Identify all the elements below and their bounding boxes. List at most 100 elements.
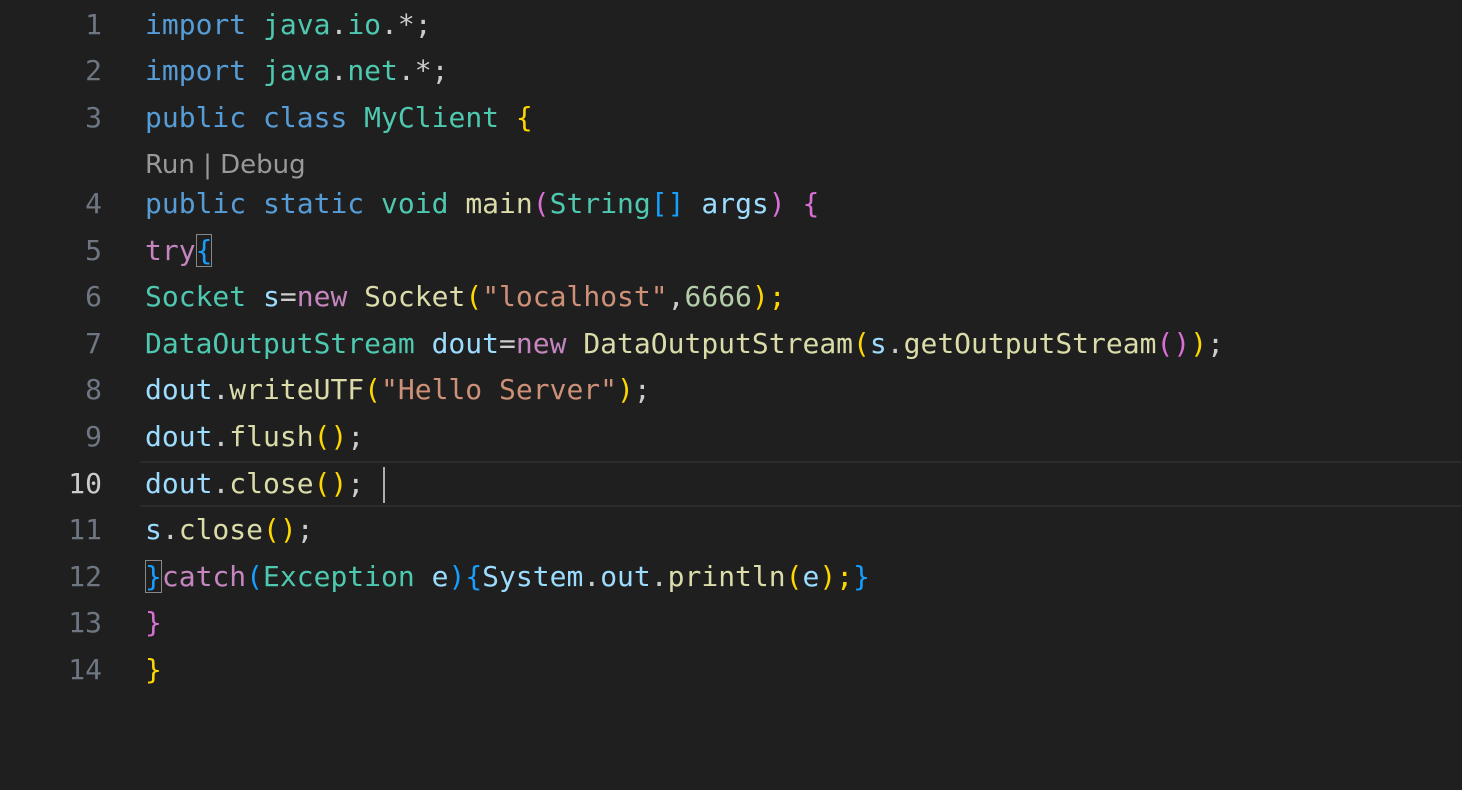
token-punct: .: [212, 467, 230, 500]
token-keyword: public: [145, 101, 247, 134]
token-punct: .: [212, 373, 230, 406]
token-bracket: ): [617, 373, 634, 406]
token-package: net: [347, 54, 398, 87]
line-number: 3: [85, 101, 102, 134]
code-line-4[interactable]: 4 public static void main(String[] args)…: [0, 181, 1462, 227]
code-text[interactable]: DataOutputStream dout=new DataOutputStre…: [145, 321, 1224, 367]
line-number: 13: [68, 606, 102, 639]
line-number: 5: [85, 234, 102, 267]
code-line-8[interactable]: 8 dout.writeUTF("Hello Server");: [0, 367, 1462, 413]
code-line-6[interactable]: 6 Socket s=new Socket("localhost",6666);: [0, 274, 1462, 320]
token-type: void: [381, 187, 449, 220]
code-text[interactable]: }: [145, 600, 162, 646]
token-punct: .: [650, 560, 668, 593]
code-line-14[interactable]: 14 }: [0, 647, 1462, 693]
token-keyword: class: [263, 101, 348, 134]
token-keyword: import: [145, 54, 247, 87]
token-variable: s: [263, 280, 280, 313]
code-text[interactable]: try{: [145, 228, 213, 274]
code-line-11[interactable]: 11 s.close();: [0, 507, 1462, 553]
code-line-9[interactable]: 9 dout.flush();: [0, 414, 1462, 460]
code-line-7[interactable]: 7 DataOutputStream dout=new DataOutputSt…: [0, 321, 1462, 367]
token-variable: e: [431, 560, 449, 593]
run-codelens-link[interactable]: Run: [145, 150, 195, 180]
code-line-2[interactable]: 2 import java.net.*;: [0, 48, 1462, 94]
token-punct: .: [212, 420, 230, 453]
token-bracket: (): [313, 467, 348, 500]
token-function: close: [178, 513, 264, 546]
code-text[interactable]: public static void main(String[] args) {: [145, 181, 819, 227]
code-text[interactable]: Socket s=new Socket("localhost",6666);: [145, 274, 786, 320]
token-keyword: import: [145, 8, 247, 41]
code-editor[interactable]: 1 import java.io.*; 2 import java.net.*;…: [0, 0, 1462, 790]
token-function: close: [229, 467, 314, 500]
line-number: 9: [85, 420, 102, 453]
token-operator: =: [499, 327, 516, 360]
token-number: 6666: [684, 280, 752, 313]
token-string: "localhost": [482, 280, 668, 313]
token-bracket: }: [145, 606, 162, 639]
code-text[interactable]: }catch(Exception e){System.out.println(e…: [145, 554, 870, 600]
token-punct: .*;: [381, 8, 432, 41]
token-punct: ;: [347, 420, 365, 453]
token-control-keyword: try: [145, 234, 196, 267]
code-line-1[interactable]: 1 import java.io.*;: [0, 2, 1462, 48]
token-bracket: (: [853, 327, 870, 360]
line-number: 12: [68, 560, 102, 593]
token-bracket: }: [145, 653, 162, 686]
token-bracket: ): [448, 560, 466, 593]
token-string: "Hello Server": [381, 373, 618, 406]
token-bracket: (: [246, 560, 264, 593]
token-bracket: (: [785, 560, 803, 593]
line-number: 8: [85, 373, 102, 406]
token-bracket: );: [819, 560, 854, 593]
code-line-13[interactable]: 13 }: [0, 600, 1462, 646]
token-punct: .*;: [397, 54, 449, 87]
line-number: 2: [85, 54, 102, 87]
token-bracket-matched: {: [195, 234, 213, 267]
token-variable: dout: [431, 327, 500, 360]
token-variable: args: [701, 187, 769, 220]
token-variable: s: [869, 327, 887, 360]
code-text[interactable]: dout.writeUTF("Hello Server");: [145, 367, 651, 413]
token-function: println: [667, 560, 786, 593]
debug-codelens-link[interactable]: Debug: [220, 150, 306, 180]
token-variable: dout: [145, 467, 213, 500]
token-type: Exception: [263, 560, 415, 593]
text-cursor: [383, 467, 386, 503]
code-line-5[interactable]: 5 try{: [0, 228, 1462, 274]
token-punct: .: [330, 8, 348, 41]
token-bracket: ): [1190, 327, 1208, 360]
code-text[interactable]: import java.io.*;: [145, 2, 432, 48]
token-type: String: [549, 187, 651, 220]
line-number: 10: [68, 467, 102, 500]
line-number: 6: [85, 280, 102, 313]
token-variable: dout: [145, 373, 213, 406]
line-number: 4: [85, 187, 102, 220]
code-text[interactable]: s.close();: [145, 507, 314, 553]
code-line-3[interactable]: 3 public class MyClient {: [0, 95, 1462, 141]
token-variable: dout: [145, 420, 213, 453]
code-line-10[interactable]: 10 dout.close();: [0, 461, 1462, 507]
token-bracket: {: [802, 187, 820, 220]
token-bracket: (: [465, 280, 483, 313]
token-variable: s: [145, 513, 162, 546]
code-text[interactable]: dout.flush();: [145, 414, 364, 460]
token-punct: ;: [1207, 327, 1224, 360]
token-punct: ;: [347, 467, 382, 500]
code-text[interactable]: dout.close();: [145, 461, 386, 507]
token-function: flush: [229, 420, 314, 453]
code-text[interactable]: }: [145, 647, 162, 693]
token-operator: =: [279, 280, 297, 313]
code-text[interactable]: public class MyClient {: [145, 95, 533, 141]
code-text[interactable]: import java.net.*;: [145, 48, 448, 94]
code-line-12[interactable]: 12 }catch(Exception e){System.out.printl…: [0, 554, 1462, 600]
